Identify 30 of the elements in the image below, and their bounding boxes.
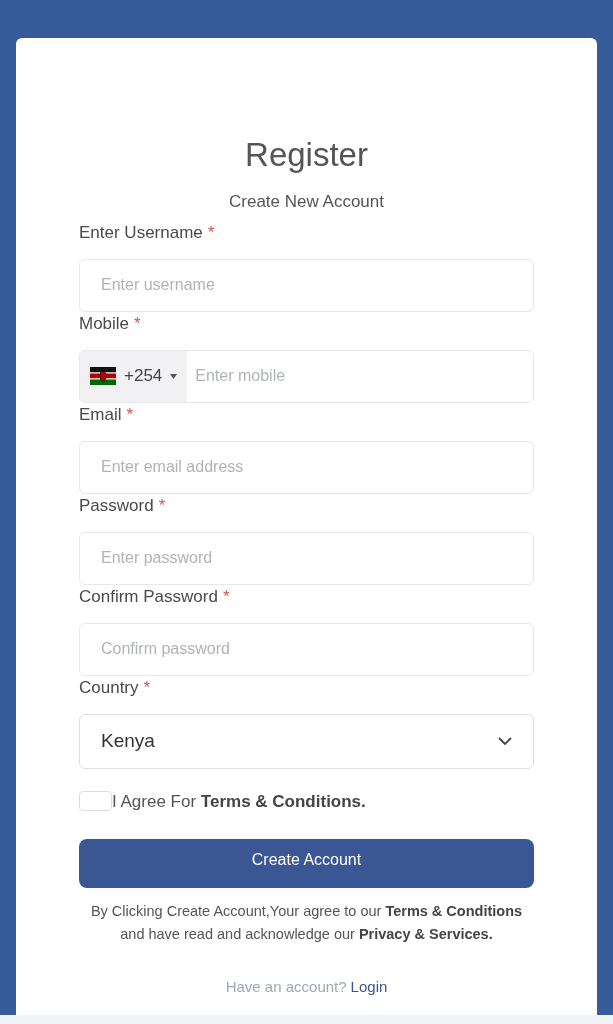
page-title: Register (244, 138, 369, 171)
required-asterisk: * (207, 222, 215, 245)
kenya-flag-icon (90, 367, 116, 385)
field-label: Enter Username (79, 222, 203, 245)
create-account-button[interactable]: Create Account (79, 839, 534, 888)
required-asterisk: * (222, 586, 230, 609)
field-label: Mobile (79, 313, 130, 336)
country-code-dropdown[interactable]: +254 (80, 350, 188, 402)
terms-note: By Clicking Create Account,Your agree to our Terms & Conditions and have read and acknowledge our Privacy & Services. (89, 902, 524, 944)
text-field[interactable]: Enter username (79, 258, 534, 312)
field-label: Password (79, 495, 154, 518)
country-select[interactable]: Kenya (79, 713, 534, 769)
field-label: Country (79, 677, 139, 700)
agree-checkbox[interactable] (79, 791, 112, 812)
login-link[interactable]: Login (350, 976, 388, 999)
text-field[interactable]: Enter password (79, 531, 534, 585)
agree-text: I Agree For Terms & Conditions. (112, 790, 366, 813)
page-subtitle: Create New Account (228, 191, 385, 213)
required-asterisk: * (143, 677, 151, 700)
required-asterisk: * (134, 313, 141, 336)
chevron-down-icon (498, 737, 512, 745)
field-label: Email (79, 404, 122, 427)
text-field[interactable]: Confirm password (79, 622, 534, 676)
login-prompt: Have an account? (225, 977, 347, 997)
required-asterisk: * (126, 404, 134, 427)
field-label: Confirm Password (79, 586, 218, 609)
caret-icon (170, 373, 178, 379)
phone-field[interactable]: +254 Enter mobile (79, 349, 534, 403)
required-asterisk: * (158, 495, 166, 518)
text-field[interactable]: Enter email address (79, 440, 534, 494)
